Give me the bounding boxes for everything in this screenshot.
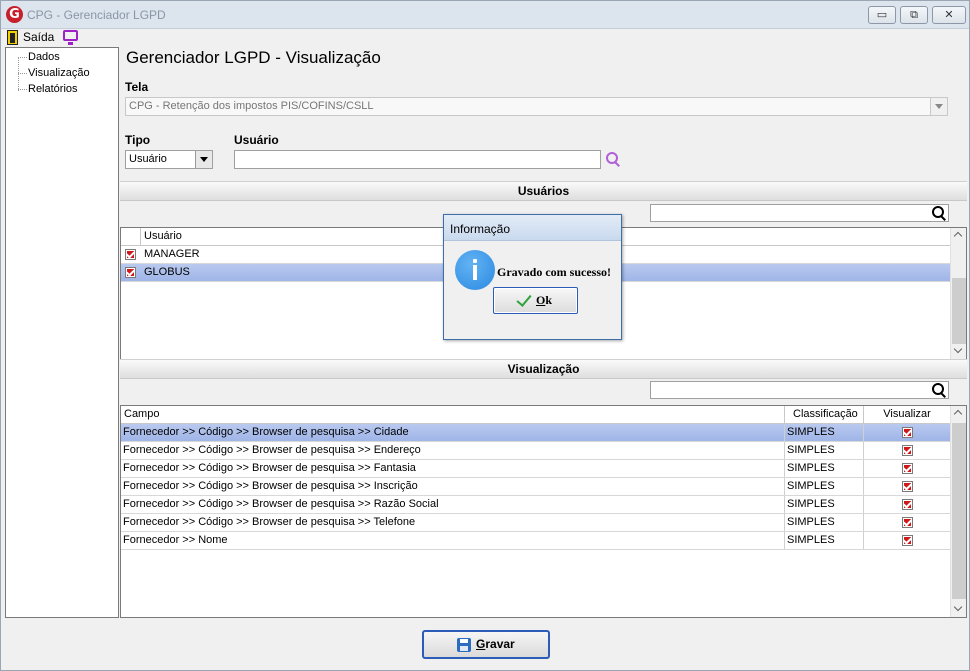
visualizar-checkbox[interactable] (902, 517, 913, 528)
save-button-label: Gravar (476, 637, 515, 651)
visualizar-cell (864, 460, 950, 477)
campo-cell: Fornecedor >> Código >> Browser de pesqu… (121, 496, 785, 513)
ok-button-label: Ok (536, 293, 553, 307)
classificacao-cell: SIMPLES (785, 496, 864, 513)
user-name: GLOBUS (144, 266, 190, 278)
classificacao-cell: SIMPLES (785, 532, 864, 549)
navigation-tree: Dados Visualização Relatórios (5, 47, 119, 618)
table-row[interactable]: Fornecedor >> Código >> Browser de pesqu… (121, 460, 950, 478)
restore-button[interactable]: ⧉ (900, 6, 928, 24)
classificacao-cell: SIMPLES (785, 442, 864, 459)
view-grid: Campo Classificação Visualizar Fornecedo… (120, 405, 967, 618)
exit-door-icon[interactable] (7, 30, 18, 45)
table-row[interactable]: Fornecedor >> Código >> Browser de pesqu… (121, 496, 950, 514)
menu-exit[interactable]: Saída (23, 30, 54, 44)
view-column-classificacao[interactable]: Classificação (785, 406, 864, 424)
dialog-title: Informação (450, 222, 511, 236)
app-logo-icon: G (6, 6, 23, 23)
table-row[interactable]: Fornecedor >> Nome SIMPLES (121, 532, 950, 550)
minimize-button[interactable]: ▭ (868, 6, 896, 24)
users-filter-input[interactable] (650, 204, 949, 222)
tipo-select[interactable]: Usuário (125, 150, 213, 169)
campo-cell: Fornecedor >> Código >> Browser de pesqu… (121, 424, 785, 441)
tela-label: Tela (125, 80, 149, 94)
view-column-visualizar[interactable]: Visualizar (864, 406, 950, 424)
close-button[interactable]: ✕ (932, 6, 966, 24)
app-window: G CPG - Gerenciador LGPD ▭ ⧉ ✕ Saída Dad… (0, 0, 970, 671)
table-row[interactable]: Fornecedor >> Código >> Browser de pesqu… (121, 424, 950, 442)
tipo-value: Usuário (129, 153, 167, 165)
page-title: Gerenciador LGPD - Visualização (126, 48, 381, 67)
visualizar-checkbox[interactable] (902, 427, 913, 438)
scroll-down-icon[interactable] (951, 343, 966, 359)
view-grid-header: Campo Classificação Visualizar (121, 406, 950, 424)
checkmark-icon (518, 294, 532, 304)
scroll-thumb[interactable] (952, 423, 966, 599)
tree-item-relatorios[interactable]: Relatórios (28, 83, 78, 95)
visualizar-checkbox[interactable] (902, 445, 913, 456)
view-section-header: Visualização (120, 359, 967, 379)
visualizar-checkbox[interactable] (902, 499, 913, 510)
visualizar-cell (864, 424, 950, 441)
info-icon (455, 250, 495, 290)
visualizar-checkbox[interactable] (902, 463, 913, 474)
ok-button[interactable]: Ok (493, 287, 578, 314)
user-search-icon[interactable] (606, 152, 620, 166)
view-column-campo[interactable]: Campo (121, 406, 785, 424)
tela-dropdown-arrow-icon (930, 98, 947, 115)
view-filter-search-icon[interactable] (932, 383, 946, 397)
scroll-down-icon[interactable] (951, 601, 966, 617)
tela-value: CPG - Retenção dos impostos PIS/COFINS/C… (129, 100, 374, 112)
classificacao-cell: SIMPLES (785, 514, 864, 531)
table-row[interactable]: Fornecedor >> Código >> Browser de pesqu… (121, 478, 950, 496)
dialog-title-bar[interactable]: Informação (444, 215, 621, 241)
visualizar-checkbox[interactable] (902, 481, 913, 492)
tree-item-visualizacao[interactable]: Visualização (28, 67, 90, 79)
user-checkbox[interactable] (125, 249, 136, 260)
table-row[interactable]: Fornecedor >> Código >> Browser de pesqu… (121, 442, 950, 460)
classificacao-cell: SIMPLES (785, 460, 864, 477)
campo-cell: Fornecedor >> Código >> Browser de pesqu… (121, 478, 785, 495)
users-section-header: Usuários (120, 181, 967, 201)
users-filter-search-icon[interactable] (932, 206, 946, 220)
tree-item-dados[interactable]: Dados (28, 51, 60, 63)
view-scrollbar[interactable] (950, 406, 966, 617)
campo-cell: Fornecedor >> Código >> Browser de pesqu… (121, 514, 785, 531)
close-icon: ✕ (944, 9, 954, 21)
classificacao-cell: SIMPLES (785, 424, 864, 441)
title-bar[interactable]: G CPG - Gerenciador LGPD ▭ ⧉ ✕ (1, 1, 969, 29)
visualizar-cell (864, 478, 950, 495)
tela-combo: CPG - Retenção dos impostos PIS/COFINS/C… (125, 97, 948, 116)
scroll-up-icon[interactable] (951, 228, 966, 244)
classificacao-cell: SIMPLES (785, 478, 864, 495)
save-button[interactable]: Gravar (422, 630, 550, 659)
visualizar-cell (864, 496, 950, 513)
users-scrollbar[interactable] (950, 228, 966, 359)
dialog-message: Gravado com sucesso! (497, 265, 611, 279)
table-row[interactable]: Fornecedor >> Código >> Browser de pesqu… (121, 514, 950, 532)
floppy-disk-icon (457, 638, 471, 652)
visualizar-checkbox[interactable] (902, 535, 913, 546)
info-dialog: Informação Gravado com sucesso! Ok (443, 214, 622, 340)
scroll-thumb[interactable] (952, 278, 966, 344)
scroll-up-icon[interactable] (951, 406, 966, 422)
visualizar-cell (864, 532, 950, 549)
monitor-icon[interactable] (63, 30, 78, 45)
visualizar-cell (864, 514, 950, 531)
campo-cell: Fornecedor >> Código >> Browser de pesqu… (121, 442, 785, 459)
usuario-input[interactable] (234, 150, 601, 169)
tipo-label: Tipo (125, 133, 151, 147)
tipo-dropdown-arrow-icon[interactable] (195, 151, 212, 168)
view-filter-input[interactable] (650, 381, 949, 399)
menu-bar: Saída (1, 29, 969, 47)
user-checkbox[interactable] (125, 267, 136, 278)
usuario-label: Usuário (234, 133, 279, 147)
minimize-icon: ▭ (876, 9, 888, 21)
user-name: MANAGER (144, 248, 200, 260)
restore-icon: ⧉ (910, 9, 918, 21)
campo-cell: Fornecedor >> Código >> Browser de pesqu… (121, 460, 785, 477)
campo-cell: Fornecedor >> Nome (121, 532, 785, 549)
window-title: CPG - Gerenciador LGPD (27, 8, 166, 22)
visualizar-cell (864, 442, 950, 459)
